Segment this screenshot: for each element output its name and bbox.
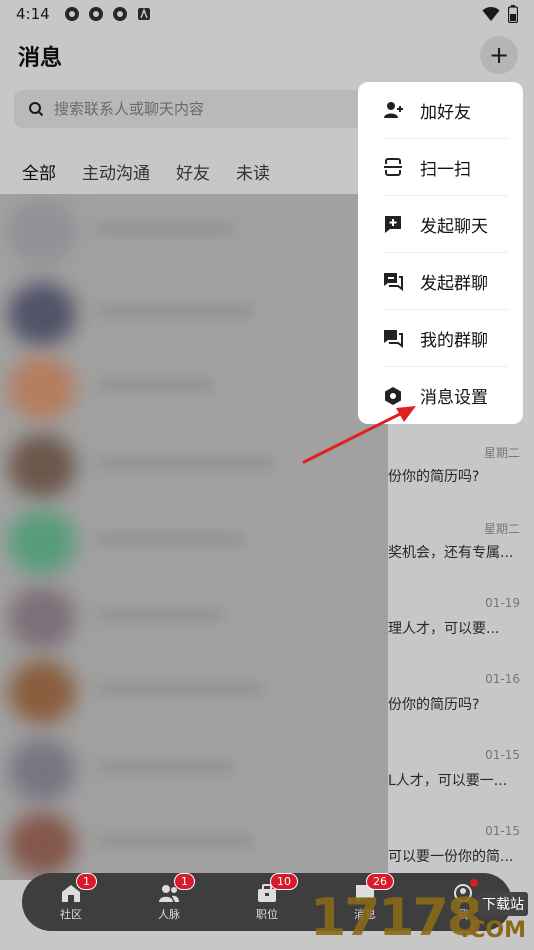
menu-item-label: 加好友 (420, 102, 471, 123)
blurred-text (95, 608, 225, 622)
annotation-arrow-icon (302, 406, 416, 464)
message-preview[interactable]: L人才，可以要一... (388, 770, 520, 790)
header: 消息 + (0, 28, 534, 84)
menu-item-label: 发起群聊 (420, 273, 488, 294)
app-notification-icon (112, 7, 127, 21)
message-preview[interactable]: 份你的简历吗? (388, 466, 520, 486)
site-watermark: 17178 下载站 .COM (310, 886, 534, 950)
app-notification-icon (88, 7, 103, 21)
message-date: 01-15 (485, 748, 520, 762)
nav-item-community[interactable]: 1 社区 (22, 872, 120, 922)
menu-item-my-groups[interactable]: 我的群聊 (382, 310, 509, 367)
watermark-tag: 下载站 (478, 892, 528, 916)
status-bar: 4:14 (0, 0, 534, 28)
message-preview[interactable]: 理人才，可以要... (388, 618, 520, 638)
message-date: 星期二 (483, 446, 520, 460)
blurred-text (95, 378, 215, 392)
blurred-text (95, 760, 235, 774)
message-date: 星期二 (483, 522, 520, 536)
message-date: 01-16 (485, 672, 520, 686)
font-notification-icon (137, 7, 150, 20)
my-groups-icon (384, 330, 403, 348)
nav-item-contacts[interactable]: 1 人脉 (120, 872, 218, 922)
badge: 1 (174, 872, 195, 890)
add-button[interactable]: + (480, 36, 518, 74)
nav-label: 社区 (60, 907, 82, 921)
blurred-text (95, 222, 235, 236)
blurred-text (95, 304, 255, 318)
status-time: 4:14 (16, 5, 50, 23)
avatar (8, 812, 76, 876)
tab-all[interactable]: 全部 (22, 159, 56, 184)
blurred-text (95, 532, 245, 546)
avatar (8, 660, 76, 724)
avatar (8, 738, 76, 802)
badge: 10 (270, 872, 298, 890)
group-chat-icon (384, 273, 403, 291)
menu-item-new-chat[interactable]: 发起聊天 (382, 196, 509, 253)
tab-friends[interactable]: 好友 (176, 159, 210, 184)
avatar (8, 356, 76, 420)
search-icon (29, 102, 44, 117)
nav-label: 职位 (256, 907, 278, 921)
app-notification-icon (64, 7, 79, 21)
tab-active-contact[interactable]: 主动沟通 (82, 159, 150, 184)
nav-label: 人脉 (158, 907, 180, 921)
blurred-text (95, 834, 255, 848)
menu-item-label: 我的群聊 (420, 330, 488, 351)
add-friend-icon (384, 102, 403, 118)
badge: 1 (76, 872, 97, 890)
tab-unread[interactable]: 未读 (236, 159, 270, 184)
message-preview[interactable]: 奖机会，还有专属... (388, 542, 520, 562)
blurred-text (95, 682, 265, 696)
menu-item-label: 扫一扫 (420, 159, 471, 180)
new-chat-icon (385, 216, 401, 233)
watermark-digits: 17178 (310, 888, 483, 948)
plus-icon: + (488, 41, 510, 69)
watermark-com: .COM (460, 918, 526, 943)
avatar (8, 586, 76, 650)
menu-item-label: 发起聊天 (420, 216, 488, 237)
avatar (8, 434, 76, 498)
battery-icon (508, 5, 518, 23)
blurred-conversations (0, 194, 388, 880)
blurred-text (95, 456, 275, 470)
avatar (8, 510, 76, 574)
message-date: 01-15 (485, 824, 520, 838)
message-preview[interactable]: 份你的简历吗? (388, 694, 520, 714)
wifi-icon (482, 6, 500, 21)
page-title: 消息 (18, 46, 63, 71)
avatar (8, 200, 76, 264)
plus-popup-menu: 加好友 扫一扫 发起聊天 发起群聊 我的群聊 消息设置 (358, 82, 523, 424)
menu-item-label: 消息设置 (420, 388, 488, 408)
scan-icon (384, 158, 402, 176)
menu-item-group-chat[interactable]: 发起群聊 (382, 253, 509, 310)
message-date: 01-19 (485, 596, 520, 610)
nav-item-jobs[interactable]: 10 职位 (218, 872, 316, 922)
avatar (8, 282, 76, 346)
menu-item-scan[interactable]: 扫一扫 (382, 139, 509, 196)
menu-item-add-friend[interactable]: 加好友 (382, 82, 509, 139)
message-preview[interactable]: 可以要一份你的简... (388, 846, 520, 866)
